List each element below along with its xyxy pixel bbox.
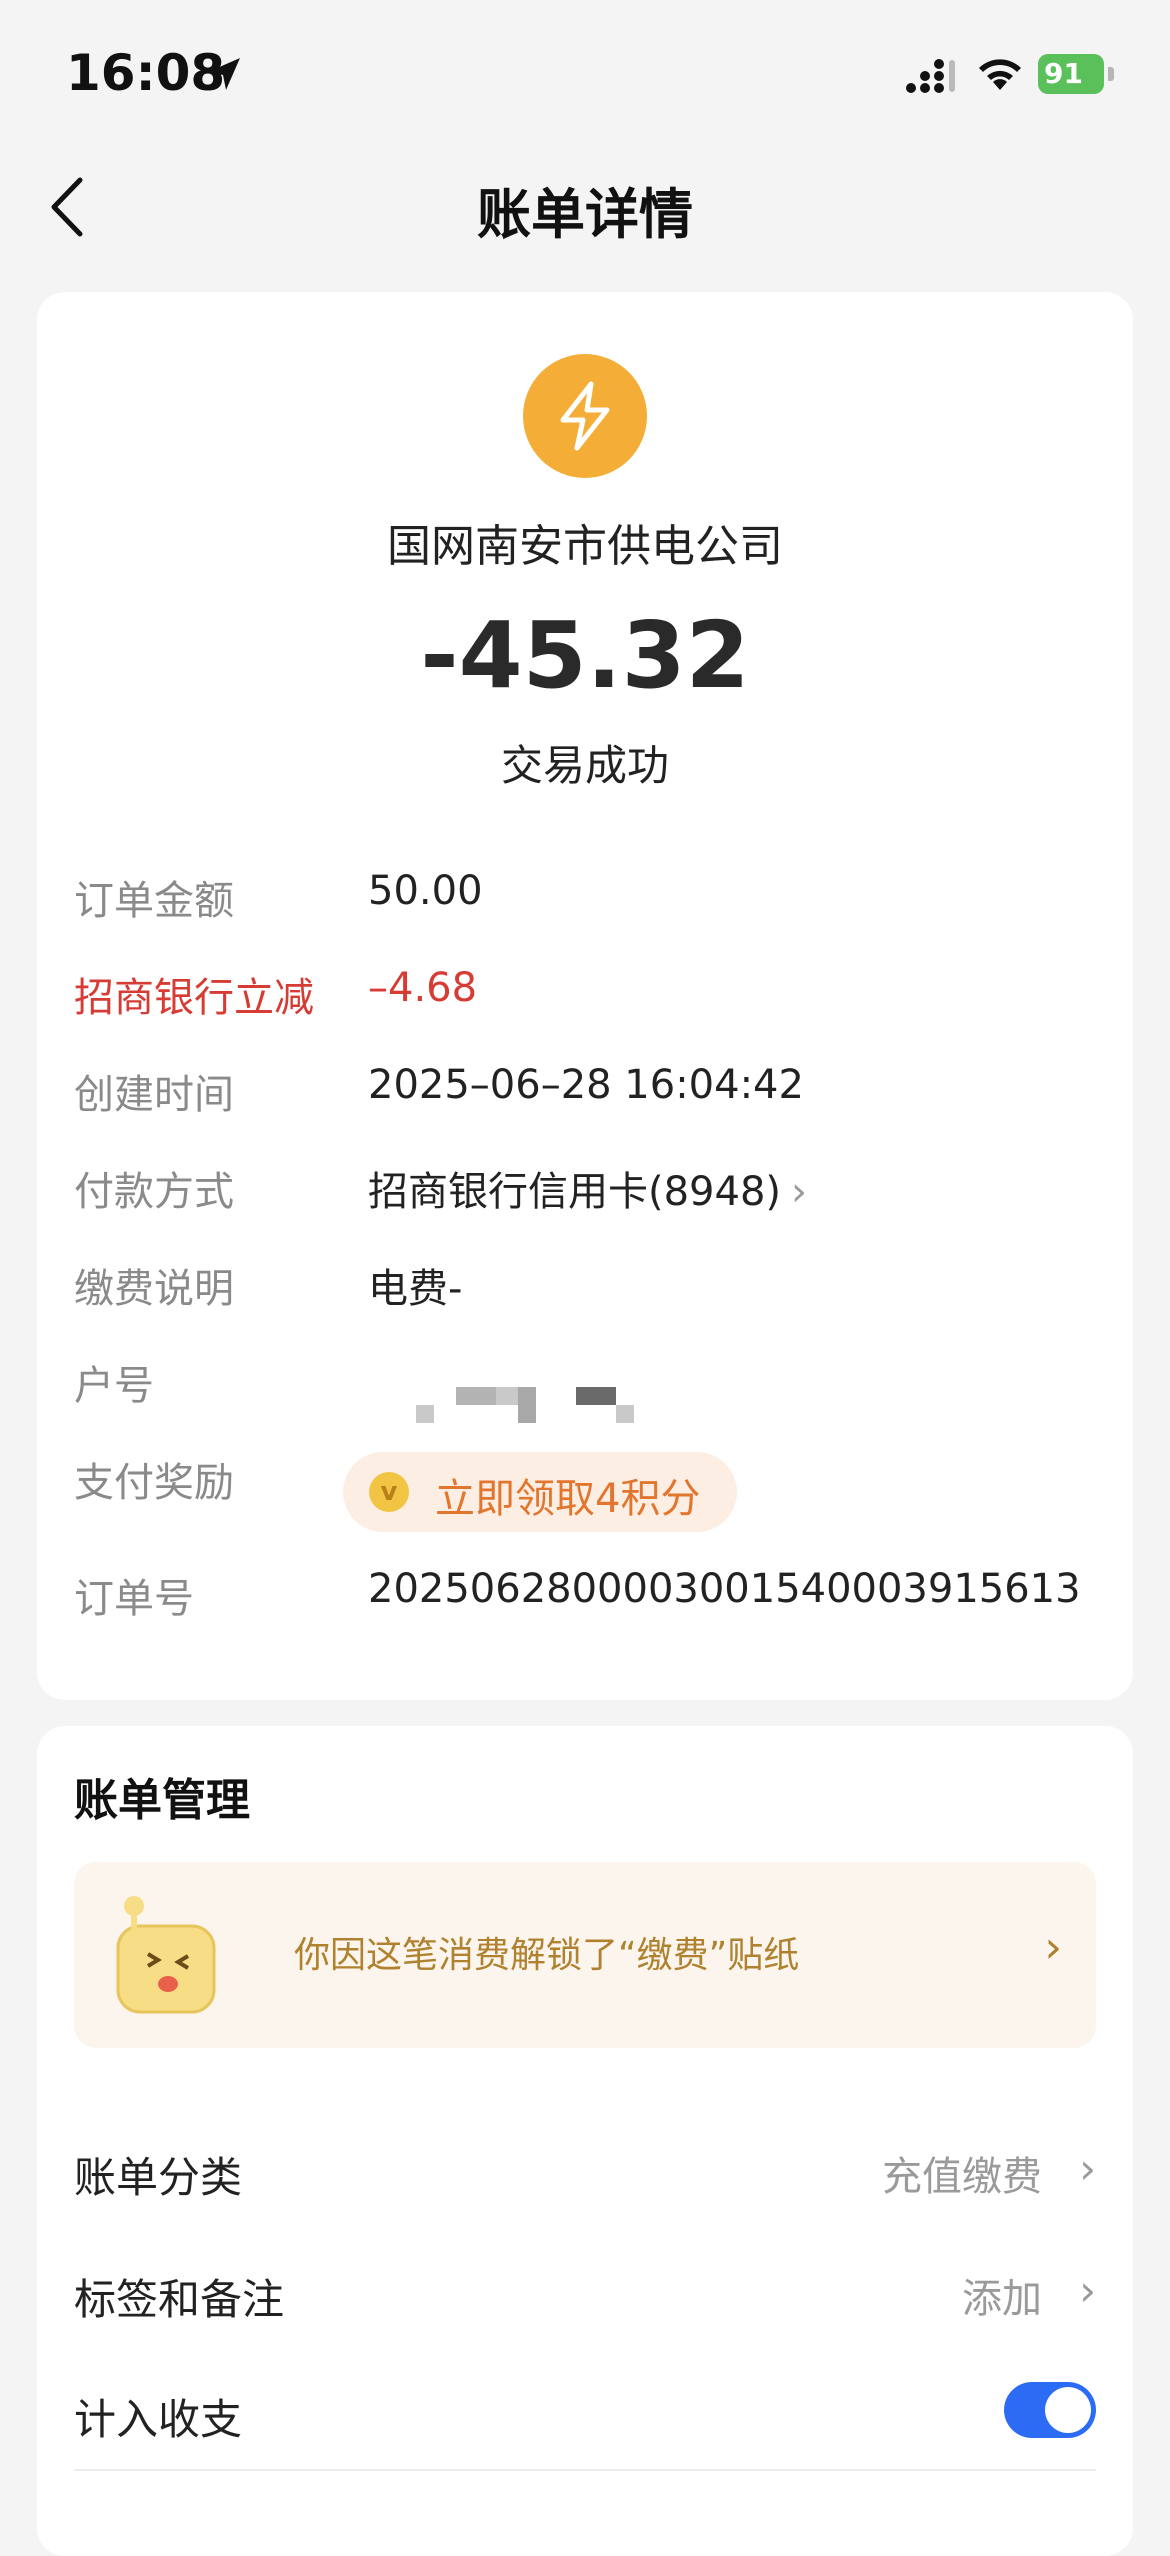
- lightning-icon: [560, 381, 610, 451]
- detail-value: 50.00: [368, 868, 483, 914]
- bill-management-card: 账单管理 你因这笔消费解锁了“缴费”贴纸 › 账单分类 充值缴费 › 标签和备注…: [37, 1726, 1133, 2556]
- tags-notes-value: 添加: [962, 2276, 1042, 2322]
- detail-row-payment-method[interactable]: 付款方式 招商银行信用卡(8948) ›: [74, 1159, 1094, 1219]
- detail-value: 2025–06–28 16:04:42: [368, 1062, 804, 1108]
- detail-label: 订单号: [74, 1576, 194, 1622]
- detail-label: 付款方式: [74, 1169, 234, 1215]
- transaction-card: 国网南安市供电公司 -45.32 交易成功 订单金额 50.00 招商银行立减 …: [37, 292, 1133, 1700]
- detail-row-order-amount: 订单金额 50.00: [74, 868, 1094, 928]
- transaction-status: 交易成功: [500, 741, 669, 790]
- battery-icon: 91: [1038, 54, 1116, 94]
- section-title: 账单管理: [74, 1775, 250, 1826]
- payment-method-link[interactable]: 招商银行信用卡(8948) ›: [368, 1159, 807, 1217]
- coin-icon: v: [369, 1472, 409, 1512]
- detail-label: 缴费说明: [74, 1266, 234, 1312]
- bill-category-label: 账单分类: [74, 2153, 243, 2202]
- detail-row-created-time: 创建时间 2025–06–28 16:04:42: [74, 1062, 1094, 1122]
- page-title: 账单详情: [477, 183, 693, 246]
- claim-points-label: 立即领取4积分: [435, 1476, 701, 1522]
- include-in-stats-toggle[interactable]: [1004, 2382, 1096, 2438]
- detail-label: 创建时间: [74, 1072, 234, 1118]
- merchant-name: 国网南安市供电公司: [387, 521, 783, 572]
- tags-notes-label: 标签和备注: [74, 2275, 285, 2324]
- include-in-stats-label: 计入收支: [74, 2395, 243, 2444]
- divider: [74, 2469, 1096, 2471]
- merchant-icon: [523, 354, 647, 478]
- wifi-icon: [979, 59, 1021, 90]
- toggle-knob: [1045, 2387, 1091, 2433]
- detail-row-payment-note: 缴费说明 电费-: [74, 1256, 1094, 1316]
- bill-category-row[interactable]: 账单分类 充值缴费 ›: [74, 2144, 1096, 2214]
- signal-icon: [906, 59, 955, 93]
- transaction-amount: -45.32: [420, 602, 750, 709]
- detail-label: 户号: [74, 1363, 154, 1409]
- battery-level: 91: [1038, 54, 1104, 94]
- detail-value: –4.68: [368, 965, 478, 1011]
- chevron-right-icon: ›: [791, 1169, 808, 1215]
- location-arrow-icon: [208, 58, 240, 90]
- detail-row-order-number: 订单号 2025062800003001540003915613: [74, 1566, 1094, 1626]
- status-time: 16:08: [66, 44, 226, 102]
- detail-label: 招商银行立减: [74, 975, 314, 1021]
- status-bar: 16:08 91: [0, 0, 1170, 150]
- detail-row-account-number: 户号: [74, 1353, 1094, 1423]
- detail-row-discount: 招商银行立减 –4.68: [74, 965, 1094, 1025]
- claim-points-button[interactable]: v 立即领取4积分: [343, 1452, 737, 1532]
- detail-value: 招商银行信用卡(8948): [368, 1169, 782, 1215]
- sticker-unlock-banner[interactable]: 你因这笔消费解锁了“缴费”贴纸 ›: [74, 1862, 1096, 2048]
- sticker-character-icon: [116, 1896, 216, 2014]
- detail-value: 2025062800003001540003915613: [368, 1566, 1081, 1612]
- detail-value: 电费-: [368, 1266, 463, 1312]
- tags-notes-row[interactable]: 标签和备注 添加 ›: [74, 2266, 1096, 2336]
- chevron-right-icon: ›: [1044, 1922, 1062, 1973]
- sticker-unlock-text: 你因这笔消费解锁了“缴费”贴纸: [294, 1935, 800, 1976]
- bill-category-value: 充值缴费: [882, 2154, 1042, 2200]
- chevron-right-icon: ›: [1079, 2144, 1096, 2193]
- detail-label: 订单金额: [74, 878, 234, 924]
- include-in-stats-row: 计入收支: [74, 2382, 1096, 2456]
- chevron-right-icon: ›: [1079, 2266, 1096, 2315]
- detail-label: 支付奖励: [74, 1460, 234, 1506]
